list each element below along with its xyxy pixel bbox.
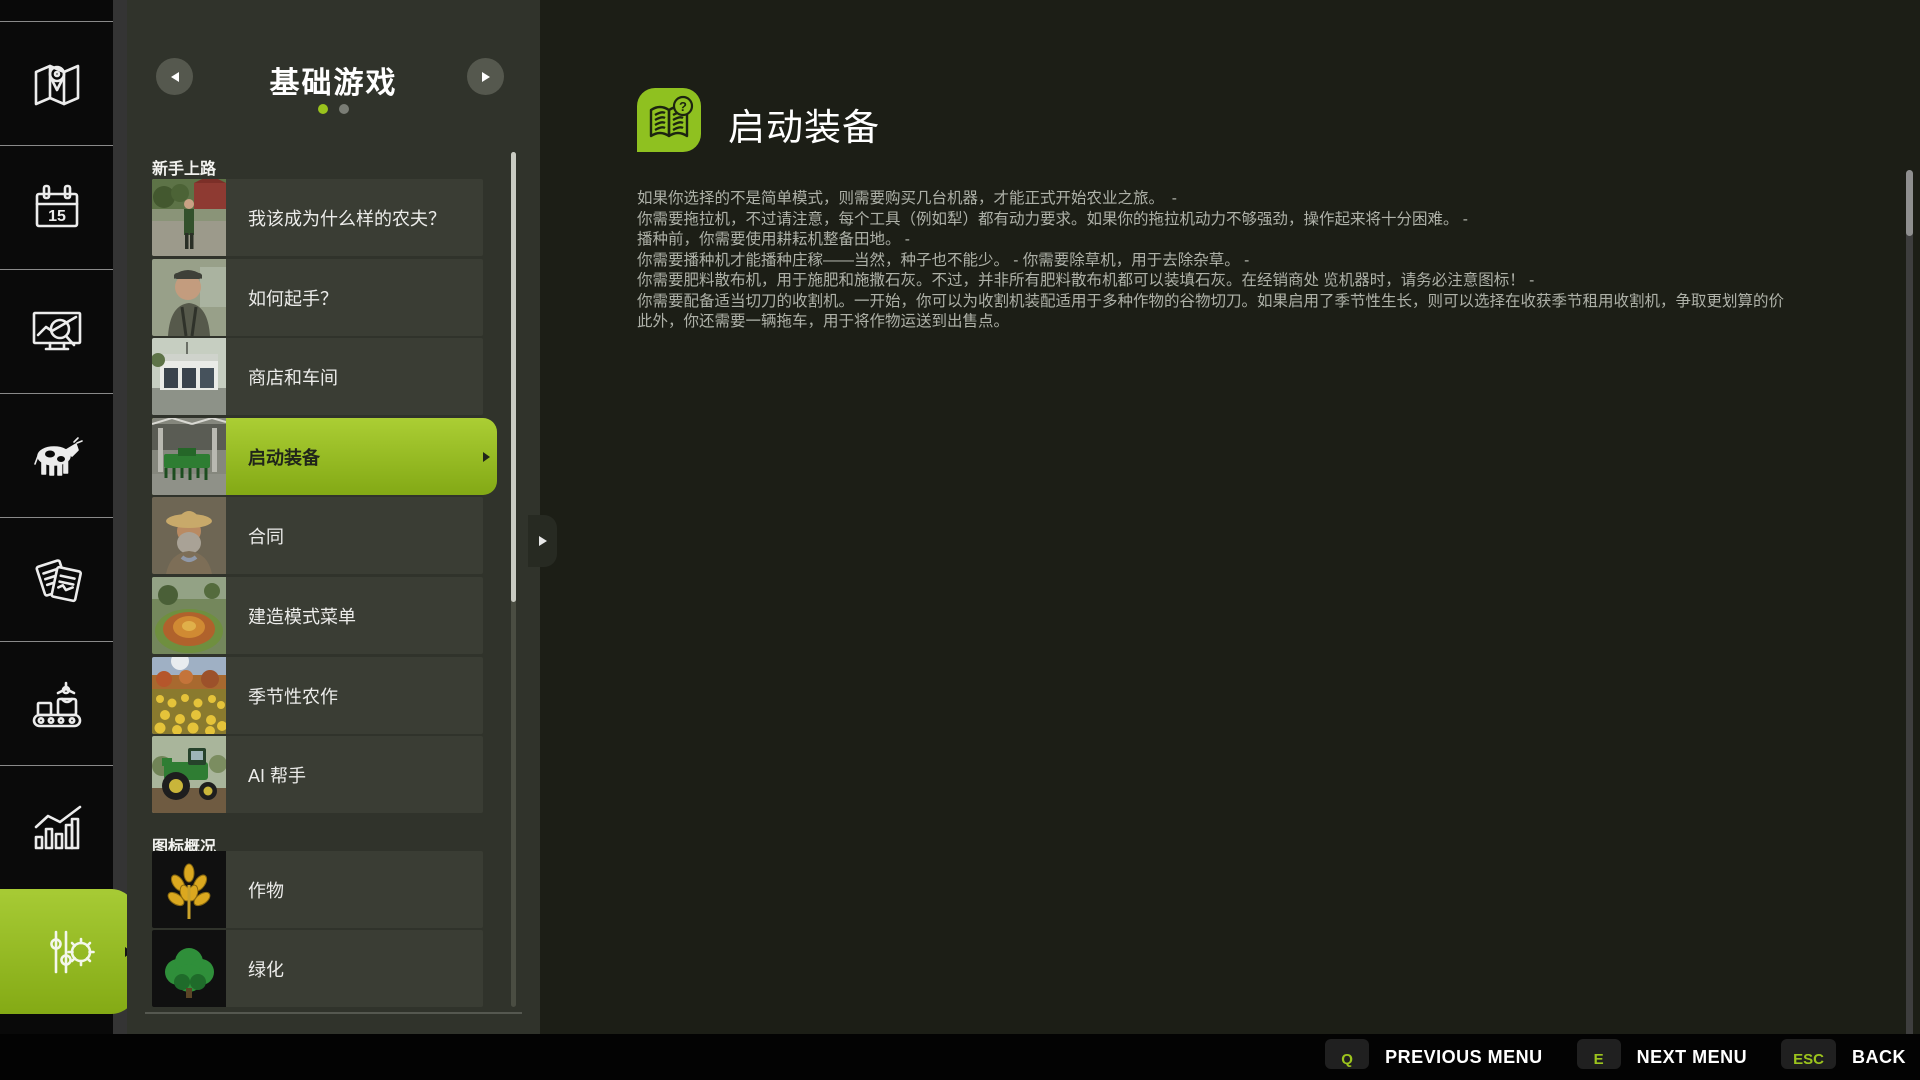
list-item-label: AI 帮手 xyxy=(226,736,483,813)
prices-icon xyxy=(28,305,86,359)
keycap-esc: ESC xyxy=(1781,1039,1836,1069)
keycap-e: E xyxy=(1577,1039,1621,1069)
list-item-how-to-start[interactable]: 如何起手？ xyxy=(152,259,483,336)
list-item-contracts[interactable]: 合同 xyxy=(152,497,483,574)
sidebar-item-production[interactable] xyxy=(0,641,113,766)
contracts-icon xyxy=(28,553,86,607)
sidebar-item-contracts[interactable] xyxy=(0,517,113,642)
sidebar-item-statistics[interactable] xyxy=(0,765,113,890)
sidebar-item-map[interactable] xyxy=(0,21,113,146)
help-text-line: 你需要播种机才能播种庄稼——当然，种子也不能少。 - 你需要除草机，用于去除杂草… xyxy=(637,251,1849,272)
panel-title: 基础游戏 xyxy=(127,58,540,102)
list-item-label: 合同 xyxy=(226,497,483,574)
list-item-label: 季节性农作 xyxy=(226,657,483,734)
thumbnail-build-mode xyxy=(152,577,226,654)
help-text-line: 你需要拖拉机，不过请注意，每个工具（例如犁）都有动力要求。如果你的拖拉机动力不够… xyxy=(637,210,1849,231)
thumbnail-contract-farmer xyxy=(152,497,226,574)
bottom-hint-bar: Q PREVIOUS MENU E NEXT MENU ESC BACK xyxy=(0,1034,1920,1080)
list-item-label: 建造模式菜单 xyxy=(226,577,483,654)
help-topics-panel: 基础游戏 新手上路 我该成为什么样的农夫？ xyxy=(127,0,540,1046)
sidebar-item-settings[interactable] xyxy=(0,889,137,1014)
list-item-what-farmer[interactable]: 我该成为什么样的农夫？ xyxy=(152,179,483,256)
statistics-icon xyxy=(28,801,86,855)
list-item-label: 商店和车间 xyxy=(226,338,483,415)
list-item-label: 绿化 xyxy=(226,930,483,1007)
thumbnail-tractor xyxy=(152,736,226,813)
expander-arrow-icon xyxy=(539,536,547,546)
pager-dot-inactive xyxy=(339,104,349,114)
settings-icon xyxy=(39,924,99,980)
help-text-block: 如果你选择的不是简单模式，则需要购买几台机器，才能正式开始农业之旅。 - 你需要… xyxy=(637,189,1849,333)
sidebar-item-animals[interactable] xyxy=(0,393,113,518)
list-item-label: 如何起手？ xyxy=(226,259,483,336)
list-item-shop-workshop[interactable]: 商店和车间 xyxy=(152,338,483,415)
calendar-icon: 15 xyxy=(28,182,86,234)
production-icon xyxy=(28,677,86,731)
list-item-ai-helper[interactable]: AI 帮手 xyxy=(152,736,483,813)
thumbnail-crops-icon xyxy=(152,851,226,928)
thumbnail-farmer-choice xyxy=(152,179,226,256)
content-scrollbar-thumb[interactable] xyxy=(1906,170,1913,236)
pager-dots xyxy=(127,104,540,114)
svg-text:?: ? xyxy=(679,99,687,114)
help-text-line: 你需要肥料散布机，用于施肥和施撒石灰。不过，并非所有肥料散布机都可以装填石灰。在… xyxy=(637,271,1849,292)
fs22-help-screen: 15 xyxy=(0,0,1920,1080)
pager-dot-active xyxy=(318,104,328,114)
hint-previous-menu[interactable]: Q PREVIOUS MENU xyxy=(1325,1042,1543,1072)
section-label: 新手上路 xyxy=(152,155,216,179)
list-item-label: 我该成为什么样的农夫？ xyxy=(226,179,483,256)
hint-back[interactable]: ESC BACK xyxy=(1781,1042,1906,1072)
keycap-q: Q xyxy=(1325,1039,1369,1069)
help-book-icon: ? xyxy=(637,88,701,152)
page-title: 启动装备 xyxy=(728,97,880,151)
thumbnail-sunflowers xyxy=(152,657,226,734)
list-item-crops[interactable]: 作物 xyxy=(152,851,483,928)
help-text-line: 如果你选择的不是简单模式，则需要购买几台机器，才能正式开始农业之旅。 - xyxy=(637,189,1849,210)
thumbnail-greenery-icon xyxy=(152,930,226,1007)
list-item-label: 启动装备 xyxy=(226,418,497,495)
thumbnail-old-farmer xyxy=(152,259,226,336)
list-item-seasonal-farming[interactable]: 季节性农作 xyxy=(152,657,483,734)
hint-label: PREVIOUS MENU xyxy=(1385,1047,1543,1068)
hint-label: BACK xyxy=(1852,1047,1906,1068)
help-text-line: 播种前，你需要使用耕耘机整备田地。 - xyxy=(637,230,1849,251)
panel-bottom-divider xyxy=(145,1012,522,1014)
help-text-line: 你需要配备适当切刀的收割机。一开始，你可以为收割机装配适用于多种作物的谷物切刀。… xyxy=(637,292,1849,313)
map-icon xyxy=(28,58,86,110)
list-scrollbar-thumb[interactable] xyxy=(511,152,516,602)
list-scrollbar[interactable] xyxy=(511,152,516,1007)
list-item-label: 作物 xyxy=(226,851,483,928)
sidebar-item-calendar[interactable]: 15 xyxy=(0,145,113,270)
hint-next-menu[interactable]: E NEXT MENU xyxy=(1577,1042,1748,1072)
list-item-build-mode[interactable]: 建造模式菜单 xyxy=(152,577,483,654)
panel-expander-button[interactable] xyxy=(528,515,557,567)
list-item-starter-equipment-selected[interactable]: 启动装备 xyxy=(152,418,497,495)
sidebar-item-prices[interactable] xyxy=(0,269,113,394)
help-content-area: ? 启动装备 如果你选择的不是简单模式，则需要购买几台机器，才能正式开始农业之旅… xyxy=(540,0,1920,1034)
cow-icon xyxy=(28,430,86,482)
help-text-line: 此外，你还需要一辆拖车，用于将作物运送到出售点。 xyxy=(637,312,1849,333)
content-scrollbar[interactable] xyxy=(1906,170,1913,1048)
selected-item-arrow-icon xyxy=(483,452,490,462)
hint-label: NEXT MENU xyxy=(1637,1047,1748,1068)
thumbnail-shop xyxy=(152,338,226,415)
svg-text:15: 15 xyxy=(48,208,66,225)
thumbnail-equipment xyxy=(152,418,226,495)
list-item-greenery[interactable]: 绿化 xyxy=(152,930,483,1007)
